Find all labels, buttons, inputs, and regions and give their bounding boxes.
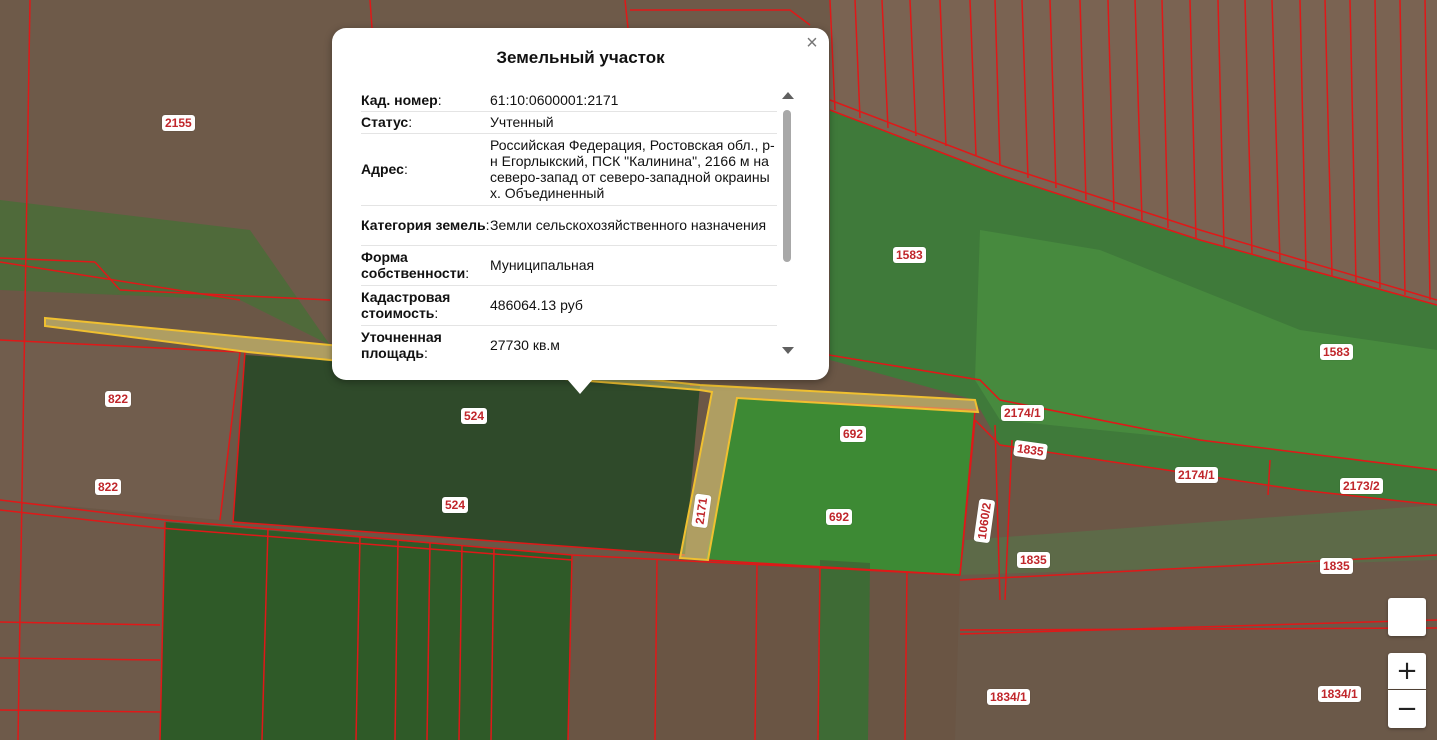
close-icon[interactable]: × [803,33,821,53]
table-row: Форма собственности: Муниципальная [361,245,777,286]
parcel-label: 524 [461,408,488,424]
parcel-label: 1834/1 [1318,686,1361,702]
map-layer-button[interactable] [1388,598,1426,636]
parcel-label: 2155 [162,115,195,131]
row-label: Адрес [361,161,404,177]
parcel-info-popup: Земельный участок × Кад. номер: 61:10:06… [332,28,829,380]
table-row: Кад. номер: 61:10:0600001:2171 [361,90,777,112]
row-value: Земли сельскохозяйственного назначения [490,205,777,246]
scroll-down-icon[interactable] [782,347,794,354]
parcel-label: 1835 [1320,558,1353,574]
parcel-label: 524 [442,497,469,513]
popup-title: Земельный участок [496,48,665,67]
parcel-label: 1583 [893,247,926,263]
scroll-up-icon[interactable] [782,92,794,99]
row-label: Форма собственности [361,249,466,281]
table-row: Категория земель: Земли сельскохозяйстве… [361,205,777,246]
row-value: 61:10:0600001:2171 [490,90,777,112]
parcel-label: 2174/1 [1175,467,1218,483]
row-value: Муниципальная [490,245,777,286]
parcel-info-table[interactable]: Кад. номер: 61:10:0600001:2171 Статус: У… [361,90,778,362]
table-row: Кадастровая стоимость: 486064.13 руб [361,285,777,326]
parcel-label: 822 [105,391,132,407]
row-value: 486064.13 руб [490,285,777,326]
row-value: Российская Федерация, Ростовская обл., р… [490,133,777,206]
scroll-thumb[interactable] [783,110,791,262]
parcel-label: 1835 [1017,552,1050,568]
parcel-label: 692 [826,509,853,525]
table-row: Адрес: Российская Федерация, Ростовская … [361,133,777,206]
parcel-label: 692 [840,426,867,442]
row-label: Уточненная площадь [361,329,442,361]
parcel-label: 2173/2 [1340,478,1383,494]
row-value: Учтенный [490,111,777,134]
zoom-out-button[interactable]: − [1388,690,1426,728]
row-label: Кад. номер [361,92,438,108]
row-label: Категория земель [361,217,486,233]
popup-pointer [567,379,593,394]
parcel-label: 1583 [1320,344,1353,360]
zoom-in-button[interactable]: + [1388,653,1426,689]
parcel-label: 1834/1 [987,689,1030,705]
table-row: Уточненная площадь: 27730 кв.м [361,325,777,362]
row-label: Статус [361,114,409,130]
table-row: Статус: Учтенный [361,111,777,134]
parcel-label: 2174/1 [1001,405,1044,421]
row-value: 27730 кв.м [490,325,777,362]
parcel-label: 822 [95,479,122,495]
popup-scrollbar[interactable] [781,92,795,354]
